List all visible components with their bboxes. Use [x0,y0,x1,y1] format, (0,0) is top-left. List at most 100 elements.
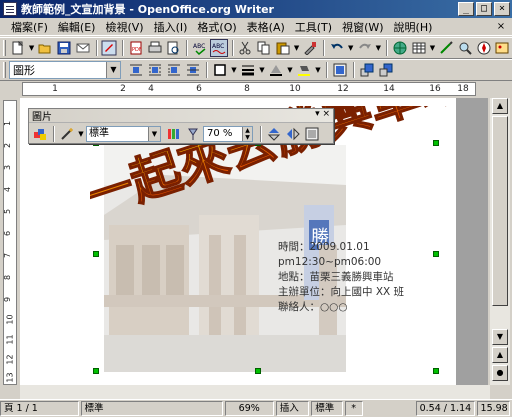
borders-icon[interactable] [211,61,229,79]
menu-edit[interactable]: 編輯(E) [53,19,101,35]
toolbar-grip[interactable] [3,62,6,78]
menu-view[interactable]: 檢視(V) [100,19,148,35]
previous-page-button[interactable]: ▲ [492,347,508,363]
bring-to-front-icon[interactable] [358,61,376,79]
status-insert-mode[interactable]: 插入 [275,401,310,416]
wrap-through-icon[interactable] [184,61,202,79]
horizontal-ruler[interactable]: 1 2 4 6 8 10 12 14 16 18 [22,82,476,96]
toolbar-options-icon[interactable]: ▾ × [315,109,330,119]
border-color-icon[interactable] [267,61,285,79]
flip-vertical-icon[interactable] [265,125,283,143]
gallery-icon[interactable] [493,39,511,57]
cut-icon[interactable] [237,39,255,57]
scroll-thumb[interactable] [492,116,508,306]
export-pdf-icon[interactable]: PDF [127,39,145,57]
redo-dropdown-icon[interactable]: ▼ [374,39,382,57]
graphics-mode-select[interactable]: 標準 ▼ [86,125,161,142]
menu-format[interactable]: 格式(O) [192,19,241,35]
image-filter-icon[interactable] [31,125,49,143]
copy-icon[interactable] [255,39,273,57]
menu-insert[interactable]: 插入(I) [149,19,193,35]
navigation-button[interactable]: ● [492,365,508,381]
table-dropdown-icon[interactable]: ▼ [429,39,437,57]
status-position-label [365,401,414,416]
open-icon[interactable] [37,39,55,57]
status-zoom[interactable]: 69% [224,401,274,416]
chevron-down-icon[interactable]: ▼ [106,62,120,78]
edit-file-icon[interactable] [101,39,119,57]
status-style[interactable]: 標準 [80,401,223,416]
ruler-mark: 14 [383,84,395,94]
spellcheck-icon[interactable]: ABC [191,39,209,57]
frame-properties-icon[interactable] [331,61,349,79]
paste-dropdown-icon[interactable]: ▼ [293,39,301,57]
new-icon[interactable] [9,39,27,57]
navigator-icon[interactable] [475,39,493,57]
event-contact: 聯絡人：○○○ [278,301,348,313]
chevron-down-icon[interactable]: ▼ [148,126,160,141]
status-selection-mode[interactable]: 標準 [311,401,343,416]
horizontal-scrollbar[interactable] [20,385,490,399]
status-size: 15.98 x 1 [476,401,510,416]
toolbar-grip[interactable] [3,40,6,56]
menu-table[interactable]: 表格(A) [242,19,290,35]
resize-handle[interactable] [93,251,99,257]
send-to-back-icon[interactable] [377,61,395,79]
redo-icon[interactable] [356,39,374,57]
ruler-mark: 6 [196,84,202,94]
scroll-up-button[interactable]: ▲ [492,98,508,114]
apply-style-select[interactable]: 圖形 ▼ [9,61,121,79]
print-preview-icon[interactable] [165,39,183,57]
wrap-page-icon[interactable] [146,61,164,79]
vertical-ruler[interactable]: 1 2 3 4 5 6 7 8 9 10 11 12 13 [3,100,17,385]
resize-handle[interactable] [93,368,99,374]
find-icon[interactable] [456,39,474,57]
vertical-scrollbar[interactable]: ▲ ▼ ▲ ● [490,98,510,385]
wrap-off-icon[interactable] [127,61,145,79]
magic-wand-icon[interactable] [58,125,76,143]
minimize-button[interactable]: _ [458,2,474,16]
close-button[interactable]: × [494,2,510,16]
menu-file[interactable]: 檔案(F) [6,19,53,35]
maximize-button[interactable]: □ [476,2,492,16]
menu-tools[interactable]: 工具(T) [290,19,337,35]
draw-icon[interactable] [437,39,455,57]
transparency-icon[interactable] [184,125,202,143]
svg-text:ABC: ABC [193,43,205,50]
print-icon[interactable] [146,39,164,57]
graphics-properties-icon[interactable] [303,125,321,143]
event-info[interactable]: 時間：2009.01.01 pm12:30~pm06:00 地點：苗栗三義勝興車… [278,240,404,315]
format-paintbrush-icon[interactable] [301,39,319,57]
resize-handle[interactable] [255,368,261,374]
new-dropdown-icon[interactable]: ▼ [28,39,36,57]
color-adjust-icon[interactable] [165,125,183,143]
hyperlink-icon[interactable] [391,39,409,57]
autospell-icon[interactable]: ABC [209,39,228,57]
resize-handle[interactable] [433,140,439,146]
close-document-button[interactable]: × [494,20,508,34]
filter-dropdown-icon[interactable]: ▼ [77,125,85,143]
resize-handle[interactable] [433,368,439,374]
line-style-icon[interactable] [239,61,257,79]
menu-window[interactable]: 視窗(W) [337,19,388,35]
undo-dropdown-icon[interactable]: ▼ [347,39,355,57]
line-style-dropdown-icon[interactable]: ▼ [258,61,266,79]
table-icon[interactable] [410,39,428,57]
borders-dropdown-icon[interactable]: ▼ [230,61,238,79]
save-icon[interactable] [55,39,73,57]
flip-horizontal-icon[interactable] [284,125,302,143]
picture-toolbar-titlebar[interactable]: 圖片 ▾ × [29,109,333,123]
transparency-spinner[interactable]: 70 % ▲ ▼ [203,125,253,142]
scroll-down-button[interactable]: ▼ [492,329,508,345]
email-icon[interactable] [74,39,92,57]
status-page[interactable]: 頁 1 / 1 [0,401,79,416]
spinner-arrows-icon[interactable]: ▲ ▼ [242,126,252,141]
resize-handle[interactable] [433,251,439,257]
menu-help[interactable]: 說明(H) [389,19,438,35]
border-color-dropdown-icon[interactable]: ▼ [286,61,294,79]
background-color-icon[interactable] [295,61,313,79]
undo-icon[interactable] [328,39,346,57]
wrap-optimal-icon[interactable] [165,61,183,79]
background-color-dropdown-icon[interactable]: ▼ [314,61,322,79]
paste-icon[interactable] [274,39,292,57]
